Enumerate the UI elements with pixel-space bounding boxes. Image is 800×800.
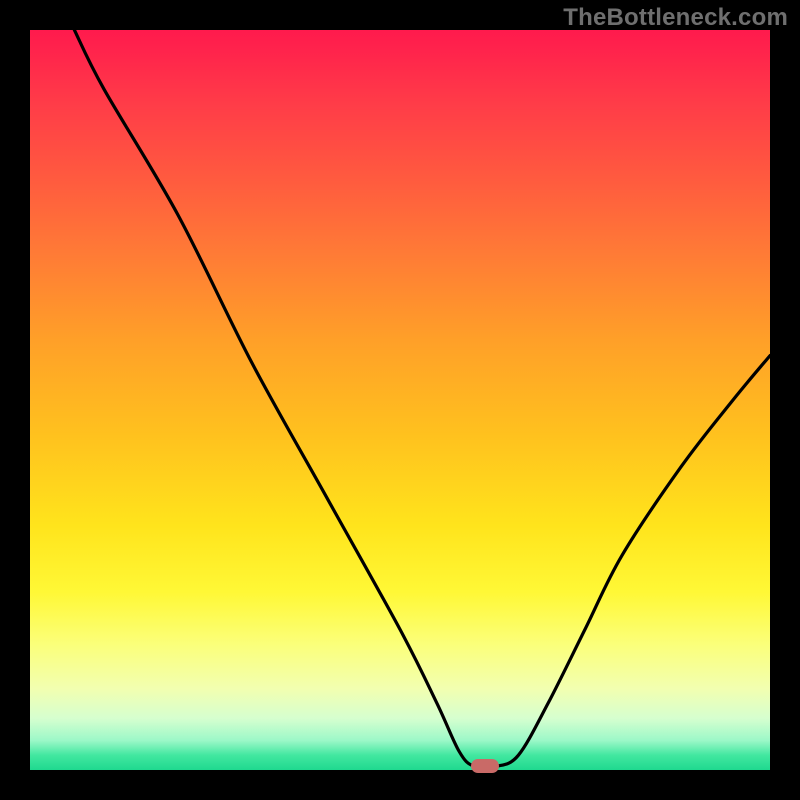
plot-area [30,30,770,770]
watermark-text: TheBottleneck.com [563,4,788,32]
curve-svg [30,30,770,770]
chart-container: TheBottleneck.com [0,0,800,800]
optimal-marker [471,759,499,773]
bottleneck-curve [74,30,770,768]
